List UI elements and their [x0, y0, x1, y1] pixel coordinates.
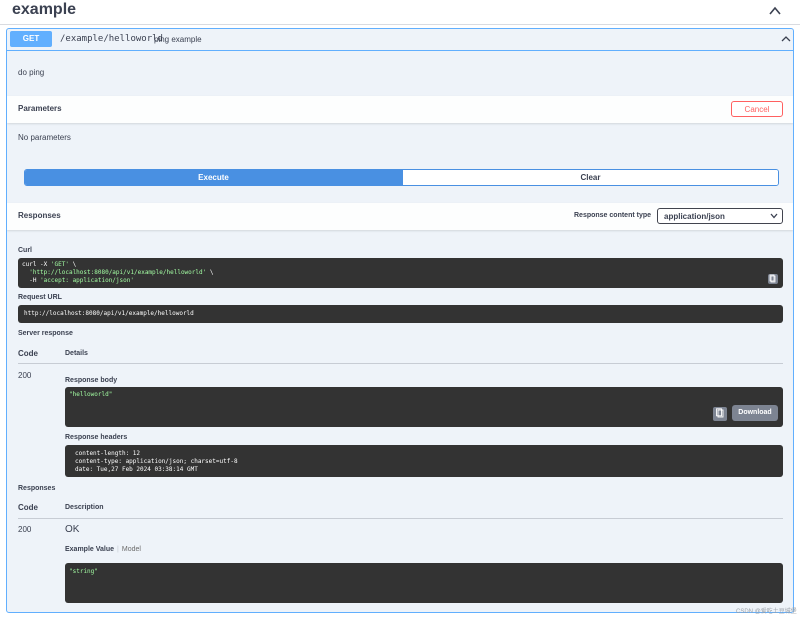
response-content-type-value: application/json	[664, 212, 725, 221]
copy-icon[interactable]	[713, 407, 727, 421]
curl-code-block[interactable]: curl -X 'GET' \ 'http://localhost:8080/a…	[18, 258, 783, 288]
response-headers-label: Response headers	[65, 434, 128, 441]
documented-response-code: 200	[18, 525, 32, 534]
documented-responses-description-header: Description	[65, 504, 104, 511]
curl-label: Curl	[18, 247, 32, 254]
watermark: CSDN @爱吃土豆城堡	[736, 609, 797, 615]
tag-title: example	[12, 1, 77, 18]
tag-header[interactable]: example	[0, 0, 800, 25]
curl-line-1: curl -X 'GET' \	[22, 261, 77, 268]
response-header-line: content-length: 12	[75, 450, 141, 457]
parameters-header: Parameters Cancel	[7, 96, 793, 123]
request-url-label: Request URL	[18, 294, 62, 301]
tab-separator: |	[117, 546, 119, 553]
server-response-code-header: Code	[18, 349, 38, 358]
example-value: "string"	[69, 568, 98, 575]
curl-line-2: 'http://localhost:8080/api/v1/example/he…	[22, 269, 214, 276]
documented-responses-code-header: Code	[18, 503, 38, 512]
copy-icon[interactable]	[768, 274, 778, 284]
request-url-value: http://localhost:8080/api/v1/example/hel…	[24, 310, 194, 317]
divider	[18, 363, 783, 364]
chevron-down-icon	[770, 213, 778, 219]
server-response-details-header: Details	[65, 350, 88, 357]
operation-summary-text: ping example	[154, 35, 202, 44]
example-model-tabs: Example Value | Model	[65, 546, 141, 553]
tab-model[interactable]: Model	[122, 546, 141, 553]
operation-block: GET /example/helloworld ping example do …	[6, 28, 794, 613]
cancel-button[interactable]: Cancel	[731, 101, 783, 117]
documented-response-description: OK	[65, 524, 80, 535]
method-badge: GET	[10, 31, 52, 47]
tab-example-value[interactable]: Example Value	[65, 546, 114, 553]
divider	[18, 518, 783, 519]
chevron-up-icon[interactable]	[781, 34, 791, 44]
execute-button[interactable]: Execute	[25, 170, 402, 185]
response-body-value: "helloworld"	[69, 391, 113, 398]
documented-responses-label: Responses	[18, 485, 56, 492]
response-header-line: content-type: application/json; charset=…	[75, 458, 238, 465]
request-url-block[interactable]: http://localhost:8080/api/v1/example/hel…	[18, 305, 783, 323]
responses-header: Responses Response content type applicat…	[7, 203, 793, 230]
no-parameters-text: No parameters	[18, 133, 71, 142]
response-body-block[interactable]: "helloworld"	[65, 387, 783, 427]
operation-summary[interactable]: GET /example/helloworld ping example	[7, 29, 793, 51]
operation-description: do ping	[18, 68, 45, 77]
response-headers-block[interactable]: content-length: 12 content-type: applica…	[65, 445, 783, 477]
responses-title: Responses	[18, 211, 61, 220]
server-response-label: Server response	[18, 330, 73, 337]
response-content-type-label: Response content type	[574, 212, 652, 219]
execute-wrapper: Execute Clear	[24, 169, 779, 186]
operation-path: /example/helloworld	[60, 34, 163, 44]
clear-button[interactable]: Clear	[402, 170, 778, 185]
response-body-label: Response body	[65, 377, 118, 384]
server-response-code: 200	[18, 371, 32, 380]
parameters-title: Parameters	[18, 104, 62, 113]
example-value-block[interactable]: "string"	[65, 563, 783, 603]
response-header-line: date: Tue,27 Feb 2024 03:38:14 GMT	[75, 466, 198, 473]
response-content-type-select[interactable]: application/json	[657, 208, 783, 224]
curl-line-3: -H 'accept: application/json'	[22, 277, 134, 284]
download-button[interactable]: Download	[732, 405, 778, 421]
chevron-up-icon[interactable]	[768, 4, 782, 18]
